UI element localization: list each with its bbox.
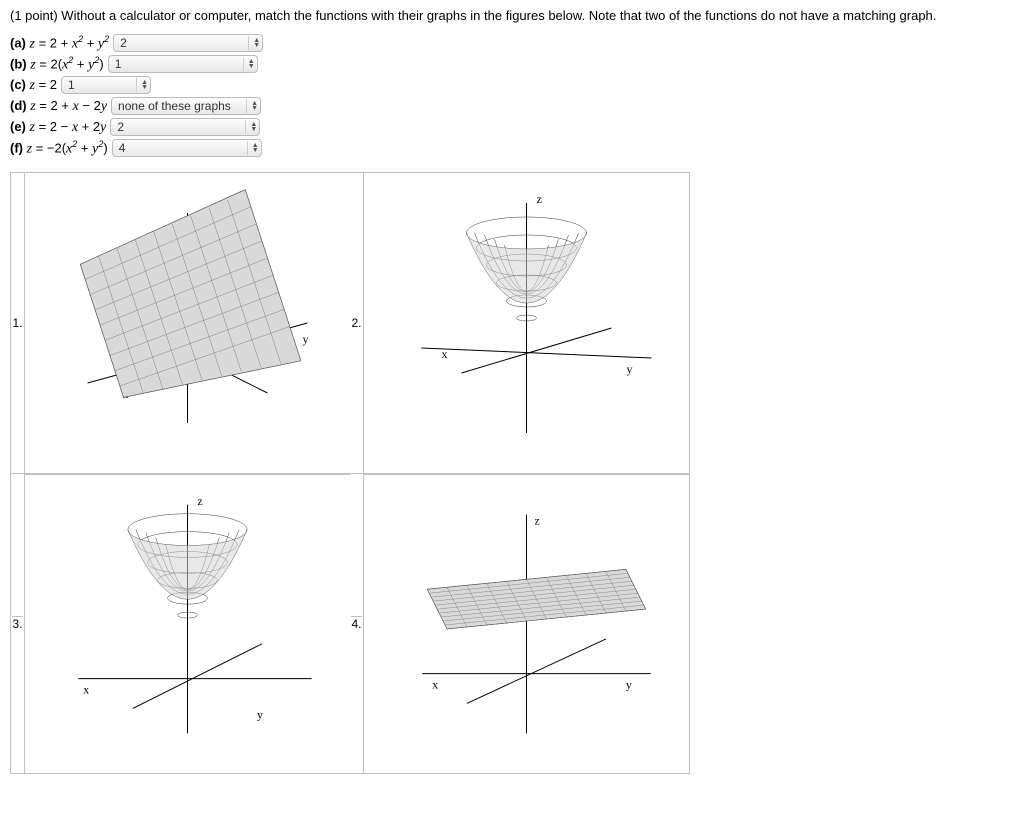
figure-1-number: 1. [11, 173, 25, 473]
option-a-select[interactable]: 2 ▲▼ [113, 34, 263, 52]
figure-2-plot: z x y [364, 173, 689, 473]
axis-x-label: x [432, 678, 438, 692]
chevron-up-down-icon: ▲▼ [246, 99, 258, 113]
figure-grid: 1. x y [10, 172, 690, 774]
figure-4: z x y [364, 473, 689, 773]
axis-x-label: x [83, 683, 89, 697]
axis-y-label: y [303, 332, 309, 346]
option-d-value: none of these graphs [118, 99, 231, 113]
option-b-label: (b) z = 2(x2 + y2) [10, 55, 104, 73]
axis-z-label: z [537, 192, 542, 206]
figure-4-plot: z x y [364, 474, 689, 773]
chevron-up-down-icon: ▲▼ [136, 78, 148, 92]
option-e-label: (e) z = 2 − x + 2y [10, 119, 106, 136]
option-f-value: 4 [119, 141, 126, 155]
figure-1: x y [25, 173, 350, 473]
option-d-label: (d) z = 2 + x − 2y [10, 98, 107, 115]
option-c-value: 1 [68, 78, 75, 92]
axis-x-label: x [442, 347, 448, 361]
figure-3-number: 3. [11, 473, 25, 773]
option-c-row: (c) z = 2 1 ▲▼ [10, 75, 1014, 95]
option-a-value: 2 [120, 36, 127, 50]
figure-1-plot: x y [25, 173, 350, 473]
option-f-row: (f) z = −2(x2 + y2) 4 ▲▼ [10, 138, 1014, 158]
figure-3-plot: z x y [25, 474, 350, 773]
options-block: (a) z = 2 + x2 + y2 2 ▲▼ (b) z = 2(x2 + … [10, 33, 1014, 158]
option-d-row: (d) z = 2 + x − 2y none of these graphs … [10, 96, 1014, 116]
axis-y-label: y [257, 707, 263, 721]
option-a-row: (a) z = 2 + x2 + y2 2 ▲▼ [10, 33, 1014, 53]
option-d-select[interactable]: none of these graphs ▲▼ [111, 97, 261, 115]
figure-4-number: 4. [350, 473, 364, 773]
figure-3: z x y [25, 473, 350, 773]
option-a-label: (a) z = 2 + x2 + y2 [10, 34, 109, 52]
option-e-row: (e) z = 2 − x + 2y 2 ▲▼ [10, 117, 1014, 137]
chevron-up-down-icon: ▲▼ [243, 57, 255, 71]
option-e-value: 2 [117, 120, 124, 134]
option-b-value: 1 [115, 57, 122, 71]
question-prompt: (1 point) Without a calculator or comput… [10, 8, 1014, 23]
option-c-select[interactable]: 1 ▲▼ [61, 76, 151, 94]
chevron-up-down-icon: ▲▼ [248, 36, 260, 50]
figure-2: z x y [364, 173, 689, 473]
option-b-select[interactable]: 1 ▲▼ [108, 55, 258, 73]
figure-2-number: 2. [350, 173, 364, 473]
option-f-label: (f) z = −2(x2 + y2) [10, 139, 108, 157]
option-f-select[interactable]: 4 ▲▼ [112, 139, 262, 157]
axis-y-label: y [626, 678, 632, 692]
option-c-label: (c) z = 2 [10, 77, 57, 94]
axis-y-label: y [627, 362, 633, 376]
axis-z-label: z [534, 514, 539, 528]
axis-z-label: z [197, 494, 202, 508]
chevron-up-down-icon: ▲▼ [247, 141, 259, 155]
option-b-row: (b) z = 2(x2 + y2) 1 ▲▼ [10, 54, 1014, 74]
option-e-select[interactable]: 2 ▲▼ [110, 118, 260, 136]
chevron-up-down-icon: ▲▼ [245, 120, 257, 134]
